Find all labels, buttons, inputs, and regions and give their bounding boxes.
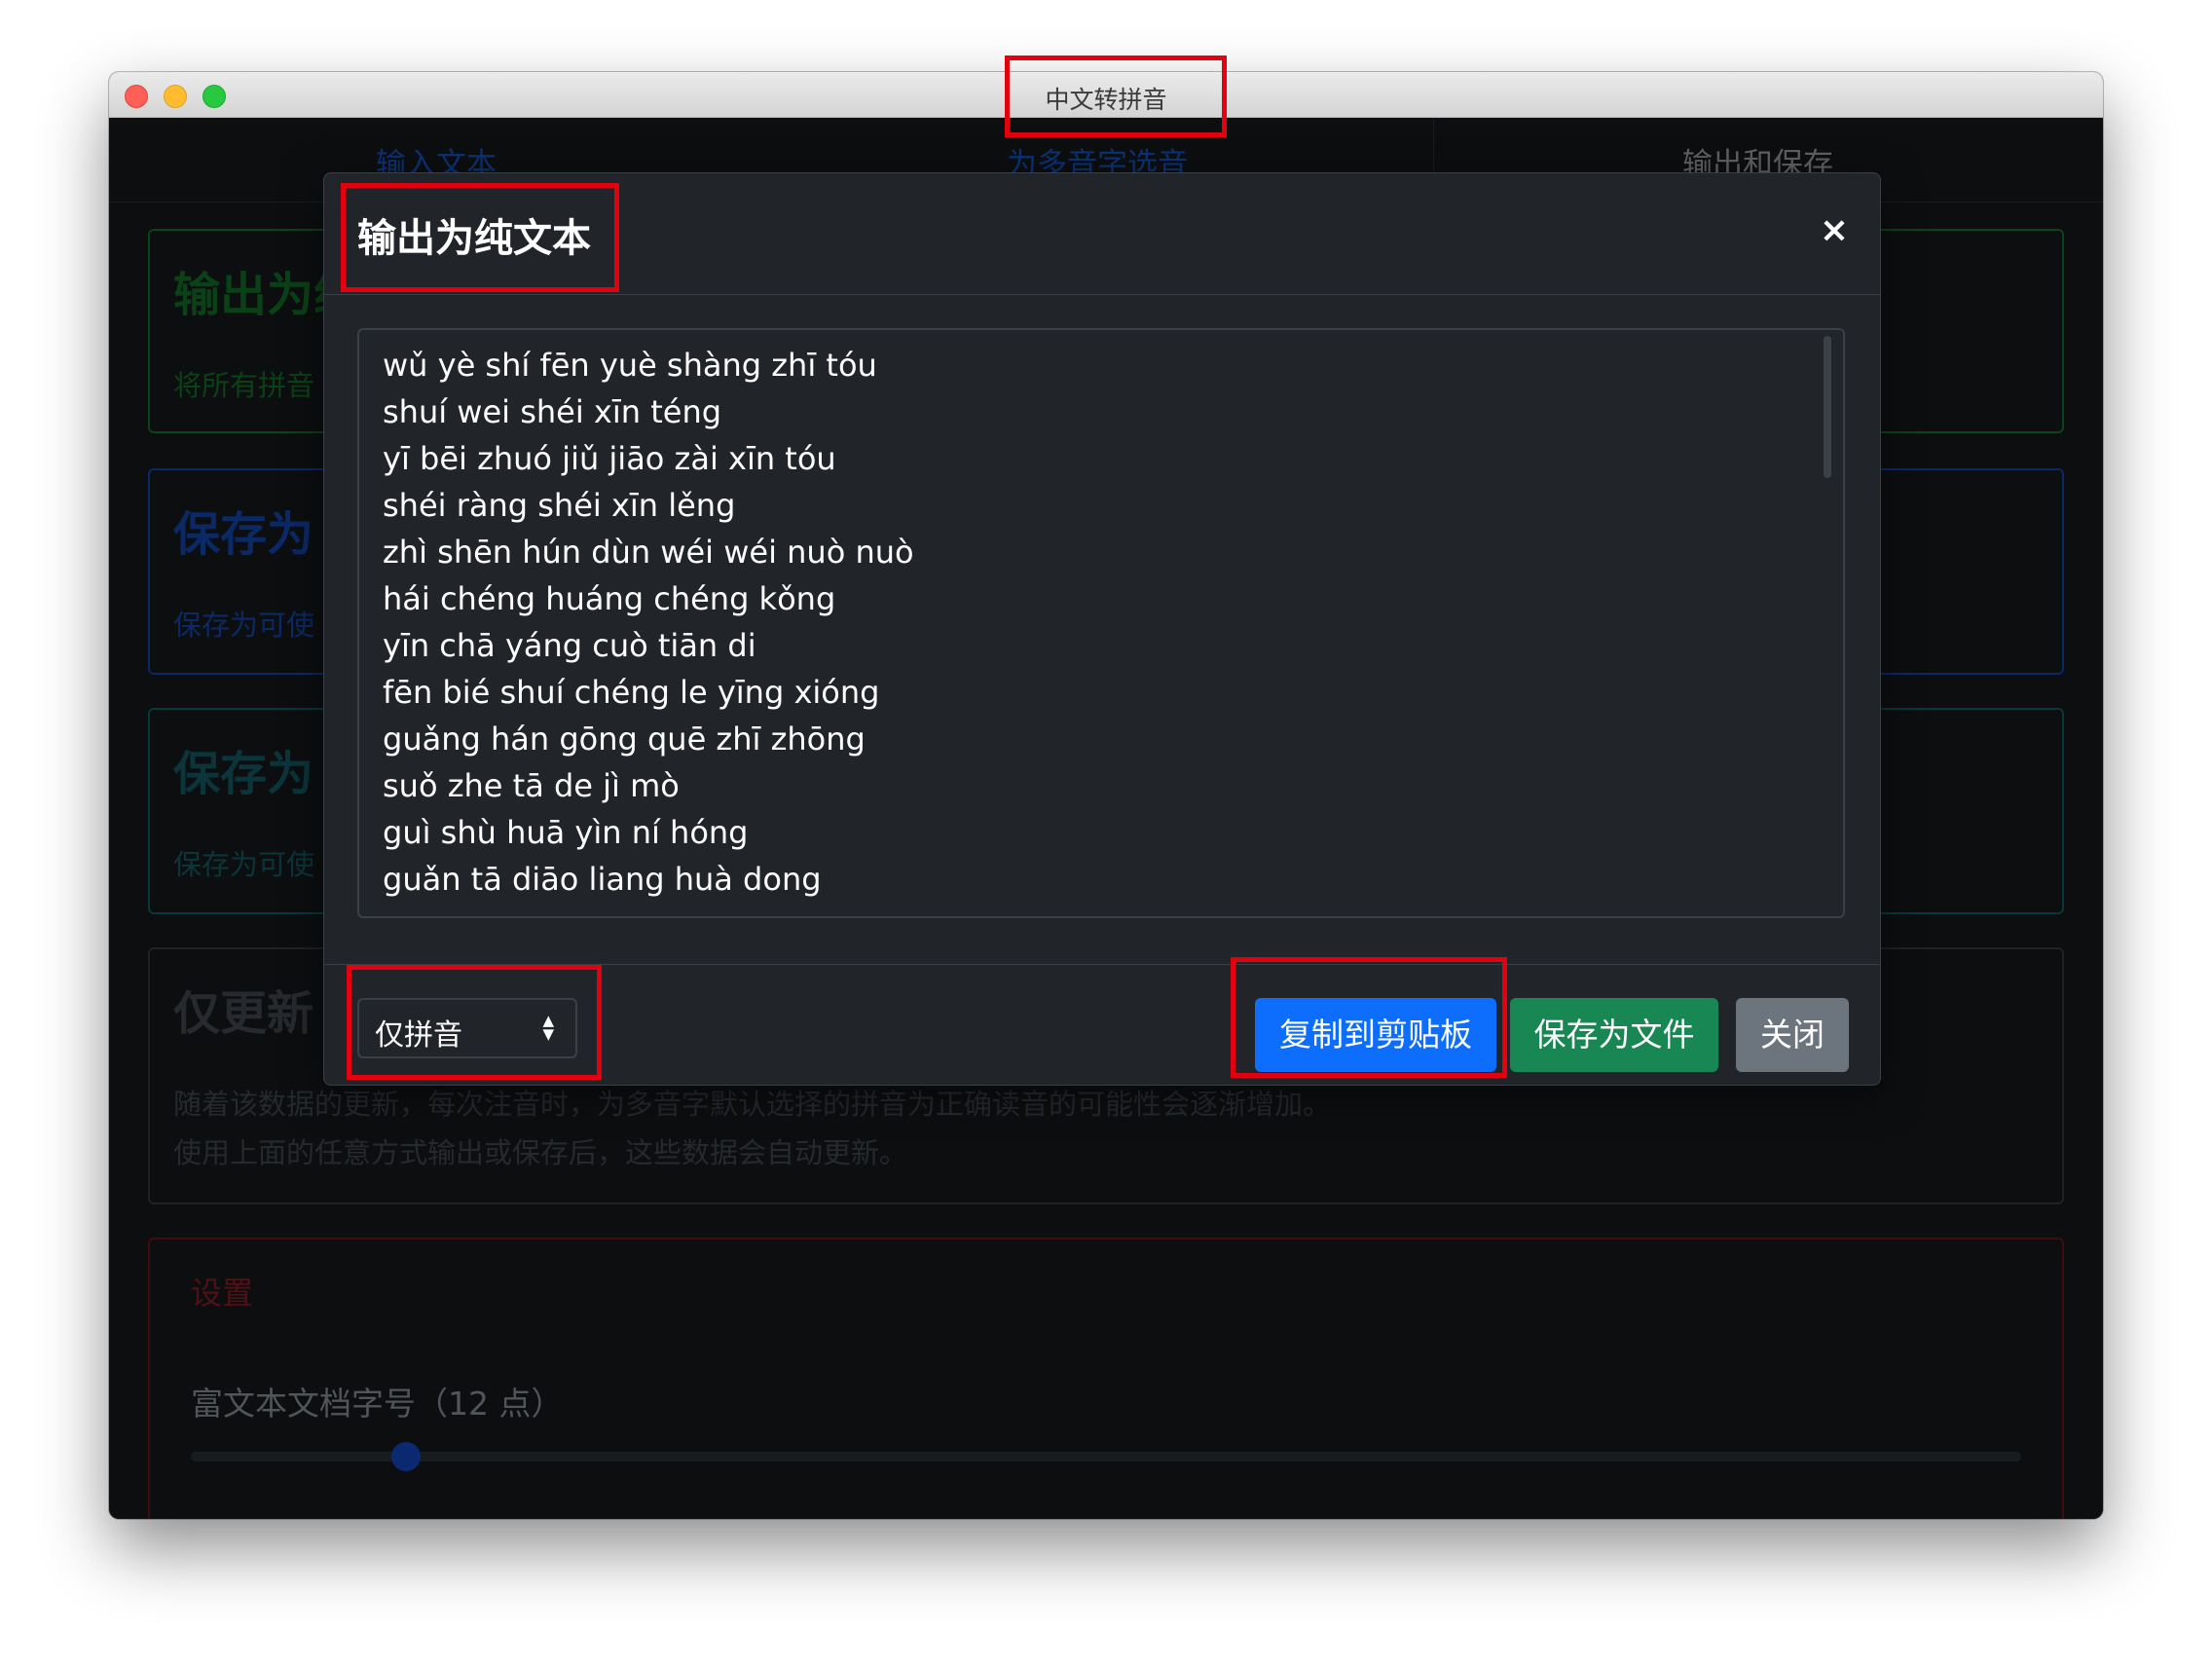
close-icon[interactable]: × bbox=[1820, 210, 1849, 250]
pinyin-line: shéi ràng shéi xīn lěng bbox=[383, 487, 736, 524]
select-updown-icon: ▲ ▼ bbox=[542, 1012, 554, 1043]
pinyin-output-textarea[interactable]: wǔ yè shí fēn yuè shàng zhī tóu shuí wei… bbox=[357, 328, 1845, 918]
pinyin-line: wǔ yè shí fēn yuè shàng zhī tóu bbox=[383, 347, 877, 384]
app-content: 输入文本 为多音字选音 输出和保存 输出为纯 将所有拼音 保存为 保存为可使 保… bbox=[109, 118, 2103, 1519]
pinyin-line: guǎng hán gōng quē zhī zhōng bbox=[383, 721, 866, 758]
pinyin-line: yīn chā yáng cuò tiān di bbox=[383, 627, 756, 664]
pinyin-lines: wǔ yè shí fēn yuè shàng zhī tóu shuí wei… bbox=[383, 342, 914, 903]
output-format-select[interactable]: 仅拼音 ▲ ▼ bbox=[357, 998, 577, 1058]
textarea-scrollbar[interactable] bbox=[1824, 336, 1831, 478]
pinyin-line: suǒ zhe tā de jì mò bbox=[383, 767, 680, 804]
title-bar[interactable]: 中文转拼音 bbox=[109, 72, 2103, 118]
output-plain-text-dialog: 输出为纯文本 × wǔ yè shí fēn yuè shàng zhī tóu… bbox=[323, 172, 1881, 1086]
dialog-title: 输出为纯文本 bbox=[357, 216, 591, 261]
copy-to-clipboard-button[interactable]: 复制到剪贴板 bbox=[1255, 998, 1496, 1072]
pinyin-line: zhì shēn hún dùn wéi wéi nuò nuò bbox=[383, 534, 914, 571]
pinyin-line: hái chéng huáng chéng kǒng bbox=[383, 580, 836, 617]
dialog-footer: 仅拼音 ▲ ▼ 复制到剪贴板 保存为文件 关闭 bbox=[324, 964, 1880, 1086]
window-title: 中文转拼音 bbox=[1045, 86, 1167, 114]
pinyin-line: yī bēi zhuó jiǔ jiāo zài xīn tóu bbox=[383, 440, 836, 477]
dialog-body: wǔ yè shí fēn yuè shàng zhī tóu shuí wei… bbox=[324, 295, 1880, 965]
select-value: 仅拼音 bbox=[375, 1018, 462, 1053]
close-dialog-button[interactable]: 关闭 bbox=[1736, 998, 1849, 1072]
dialog-header: 输出为纯文本 × bbox=[324, 173, 1880, 295]
pinyin-line: guì shù huā yìn ní hóng bbox=[383, 814, 749, 851]
app-window: 中文转拼音 输入文本 为多音字选音 输出和保存 输出为纯 将所有拼音 保存为 保… bbox=[109, 72, 2103, 1519]
pinyin-line: guǎn tā diāo liang huà dong bbox=[383, 861, 822, 898]
pinyin-line: shuí wei shéi xīn téng bbox=[383, 393, 722, 430]
save-to-file-button[interactable]: 保存为文件 bbox=[1510, 998, 1718, 1072]
pinyin-line: fēn bié shuí chéng le yīng xióng bbox=[383, 674, 880, 711]
